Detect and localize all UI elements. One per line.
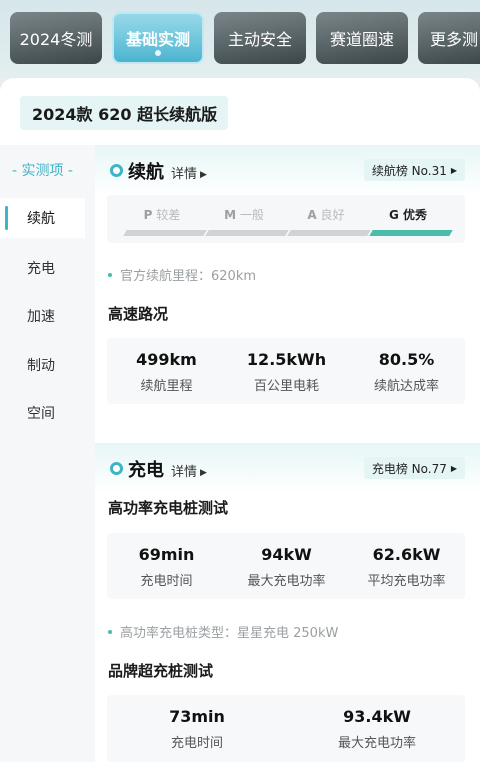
range-stats-box: 499km 续航里程 12.5kWh 百公里电耗 80.5% 续航达成率 [107, 338, 465, 404]
charge-detail-link[interactable]: 详情 ▶ [171, 461, 207, 480]
caret-right-icon: ▶ [450, 165, 457, 175]
rating-average: M 一般 [224, 208, 264, 222]
rating-segment-poor [123, 230, 207, 236]
rating-segment-average [205, 230, 289, 236]
caret-right-icon: ▶ [450, 463, 457, 473]
caret-right-icon: ▶ [200, 468, 207, 478]
rating-good: A 良好 [307, 208, 345, 222]
tab-active-safety[interactable]: 主动安全 [214, 12, 306, 64]
ring-icon [110, 462, 123, 475]
model-version-chip: 2024款 620 超长续航版 [20, 96, 228, 130]
max-power-stat: 94kW 最大充电功率 [247, 545, 326, 589]
active-dot-icon [155, 50, 161, 56]
tab-track-lap[interactable]: 赛道圈速 [316, 12, 408, 64]
bullet-dot-icon [108, 630, 112, 634]
range-section-title: 续航 [128, 162, 164, 183]
high-power-test-title: 高功率充电桩测试 [108, 499, 229, 517]
rating-segment-excellent [369, 230, 453, 236]
ring-icon [110, 164, 123, 177]
highway-condition-title: 高速路况 [108, 305, 169, 323]
charge-section-title: 充电 [128, 460, 164, 481]
sidebar-item-range[interactable]: 续航 [0, 198, 85, 238]
high-power-stats-box: 69min 充电时间 94kW 最大充电功率 62.6kW 平均充电功率 [107, 533, 465, 599]
tab-basic-test[interactable]: 基础实测 [112, 12, 204, 64]
sidebar-item-charging[interactable]: 充电 [0, 248, 85, 288]
caret-right-icon: ▶ [200, 170, 207, 180]
brand-charge-time-stat: 73min 充电时间 [169, 707, 225, 751]
avg-power-stat: 62.6kW 平均充电功率 [367, 545, 446, 589]
rating-excellent: G 优秀 [388, 208, 428, 222]
rating-segment-good [287, 230, 371, 236]
bullet-dot-icon [108, 273, 112, 277]
range-stat: 499km 续航里程 [136, 350, 197, 394]
range-rating-bar: P 较差 M 一般 A 良好 G 优秀 [107, 195, 465, 243]
sidebar-item-braking[interactable]: 制动 [0, 345, 85, 385]
sidebar-item-space[interactable]: 空间 [0, 393, 85, 433]
charge-time-stat: 69min 充电时间 [138, 545, 195, 589]
test-category-tabs: 2024冬测 基础实测 主动安全 赛道圈速 更多测 [0, 0, 480, 78]
tab-more-tests[interactable]: 更多测 [418, 12, 480, 64]
official-range-note: 官方续航里程：620km [108, 265, 256, 284]
charge-rank-chip[interactable]: 充电榜 No.77 ▶ [363, 457, 465, 479]
range-detail-link[interactable]: 详情 ▶ [171, 163, 207, 182]
brand-stats-box: 73min 充电时间 93.4kW 最大充电功率 [107, 695, 465, 762]
sidebar-header: - 实测项 - [11, 163, 73, 179]
rating-poor: P 较差 [143, 208, 181, 222]
range-achievement-stat: 80.5% 续航达成率 [373, 350, 439, 394]
tab-winter-test[interactable]: 2024冬测 [10, 12, 102, 64]
brand-max-power-stat: 93.4kW 最大充电功率 [337, 707, 416, 751]
consumption-stat: 12.5kWh 百公里电耗 [246, 350, 327, 394]
charging-pile-note: 高功率充电桩类型：星星充电 250kW [108, 622, 338, 641]
brand-supercharger-title: 品牌超充桩测试 [108, 662, 214, 680]
range-rank-chip[interactable]: 续航榜 No.31 ▶ [363, 159, 465, 181]
sidebar-item-acceleration[interactable]: 加速 [0, 296, 85, 336]
